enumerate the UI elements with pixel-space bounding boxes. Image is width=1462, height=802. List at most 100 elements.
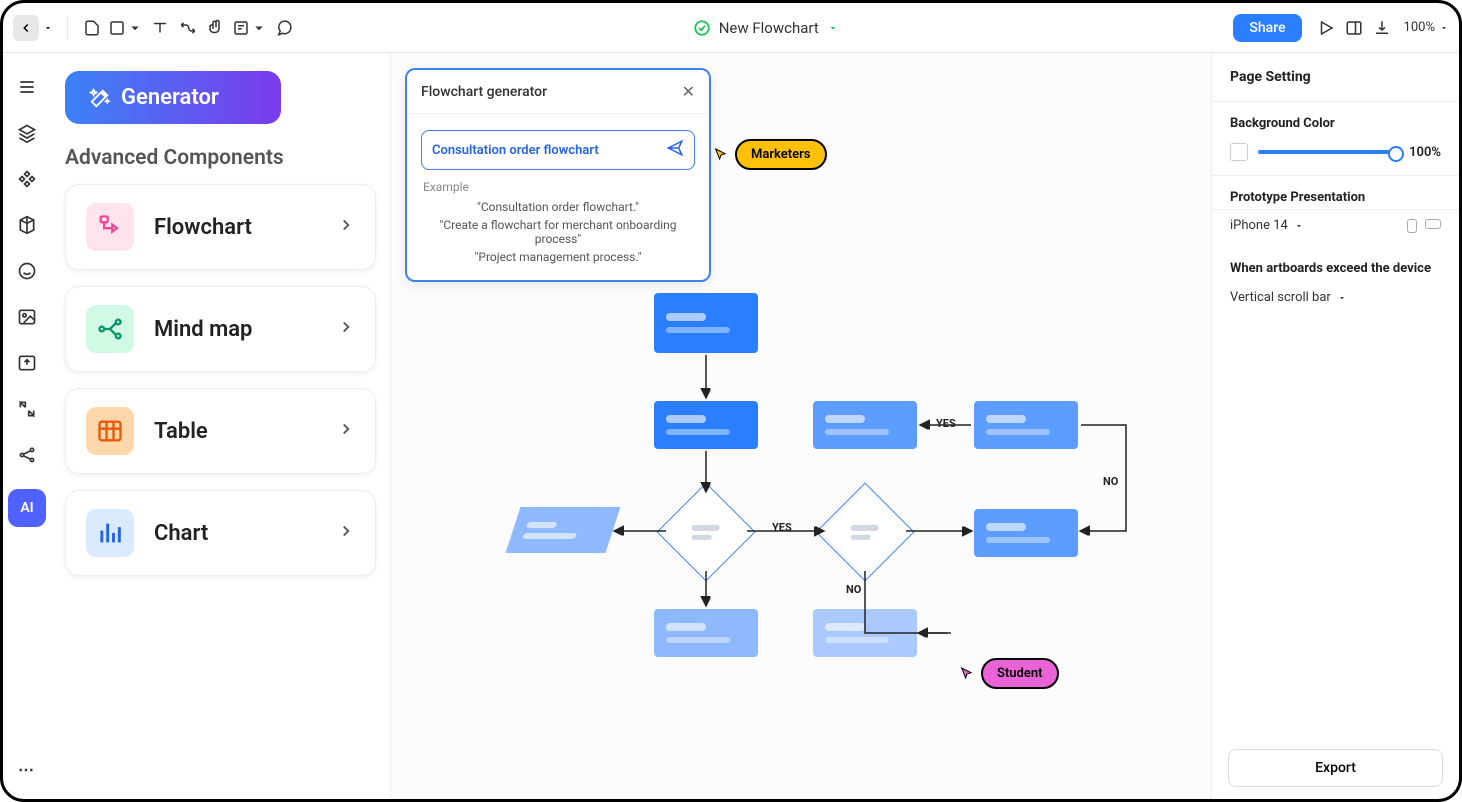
outline-icon[interactable] [13,73,41,101]
chart-icon [86,509,134,557]
exceed-device-label: When artboards exceed the device [1230,261,1441,276]
cursor-marketers-label: Marketers [735,139,827,170]
component-mindmap[interactable]: Mind map [65,286,376,372]
flow-node-end2[interactable] [813,609,917,657]
flow-node-io[interactable] [506,507,621,553]
chevron-right-icon [337,318,355,340]
chevron-right-icon [337,216,355,238]
hand-tool-icon[interactable] [202,14,230,42]
generator-example-0: "Consultation order flowchart." [407,198,709,216]
bg-opacity-slider[interactable] [1258,150,1399,154]
flow-node-step3[interactable] [974,401,1078,449]
comment-tool-icon[interactable] [270,14,298,42]
flowchart-icon [86,203,134,251]
generator-button[interactable]: Generator [65,71,281,124]
component-chart[interactable]: Chart [65,490,376,576]
generator-input-row [421,130,695,170]
left-rail: AI ⋯ [3,53,51,799]
bg-opacity-value: 100% [1409,145,1441,160]
edge-label-no2: NO [846,583,861,596]
more-menu-icon[interactable]: ⋯ [18,760,36,779]
back-button[interactable] [13,15,39,41]
edge-label-no1: NO [1103,475,1118,488]
document-title[interactable]: New Flowchart [298,19,1233,37]
prototype-device-selector[interactable]: iPhone 14 [1212,210,1459,247]
cursor-student: Student [959,658,1059,689]
cursor-pointer-icon [713,147,729,163]
portrait-icon[interactable] [1407,219,1417,233]
generator-popup-title: Flowchart generator [421,84,547,100]
zoom-dropdown-icon [1439,23,1449,33]
chevron-down-icon [1337,293,1347,303]
edge-label-yes1: YES [772,521,792,534]
prototype-device-value: iPhone 14 [1230,218,1288,233]
right-panel: Page Setting Background Color 100% Proto… [1211,53,1459,799]
generator-example-1: "Create a flowchart for merchant onboard… [407,216,709,248]
connector-tool-icon[interactable] [174,14,202,42]
flow-node-decision1[interactable] [657,483,756,582]
flow-node-step1[interactable] [654,401,758,449]
share-nodes-icon[interactable] [13,441,41,469]
advanced-components-title: Advanced Components [65,146,376,170]
generator-input[interactable] [432,143,666,158]
image-icon[interactable] [13,303,41,331]
chevron-right-icon [337,522,355,544]
component-mindmap-label: Mind map [154,317,317,342]
zoom-control[interactable]: 100% [1404,20,1449,35]
cube-icon[interactable] [13,211,41,239]
page-setting-title: Page Setting [1212,53,1459,102]
title-dropdown-icon [827,22,839,34]
magic-wand-icon [89,87,111,109]
generator-button-label: Generator [121,85,219,110]
flow-node-decision2[interactable] [816,483,915,582]
upload-icon[interactable] [13,349,41,377]
flow-node-step4[interactable] [974,509,1078,557]
generator-popup: Flowchart generator ✕ Example "Consultat… [405,68,711,282]
generator-example-label: Example [407,180,709,198]
back-dropdown[interactable] [39,15,57,41]
scroll-behavior-value: Vertical scroll bar [1230,290,1331,305]
text-tool-icon[interactable] [146,14,174,42]
transform-icon[interactable] [13,395,41,423]
flow-node-start[interactable] [654,293,758,353]
send-icon[interactable] [666,139,684,161]
component-table[interactable]: Table [65,388,376,474]
component-table-label: Table [154,419,317,444]
toolbar-separator [67,16,68,40]
mindmap-icon [86,305,134,353]
left-panel: Generator Advanced Components Flowchart … [51,53,391,799]
close-icon[interactable]: ✕ [682,82,695,101]
chevron-down-icon [1294,221,1304,231]
cursor-student-label: Student [981,658,1059,689]
document-title-text: New Flowchart [719,19,819,37]
new-file-icon[interactable] [78,14,106,42]
top-toolbar: New Flowchart Share 100% [3,3,1459,53]
bg-color-label: Background Color [1230,116,1441,131]
landscape-icon[interactable] [1425,219,1441,229]
component-chart-label: Chart [154,521,317,546]
flow-node-end1[interactable] [654,609,758,657]
component-flowchart-label: Flowchart [154,215,317,240]
zoom-value: 100% [1404,20,1435,35]
cursor-marketers: Marketers [713,139,827,170]
generator-example-2: "Project management process." [407,248,709,266]
scroll-behavior-selector[interactable]: Vertical scroll bar [1212,280,1459,315]
bg-color-swatch[interactable] [1230,143,1248,161]
canvas[interactable]: Flowchart generator ✕ Example "Consultat… [391,53,1211,799]
components-icon[interactable] [13,165,41,193]
component-flowchart[interactable]: Flowchart [65,184,376,270]
emoji-icon[interactable] [13,257,41,285]
saved-check-icon [693,19,711,37]
ai-badge[interactable]: AI [8,489,46,527]
note-tool-icon[interactable] [230,14,270,42]
play-icon[interactable] [1312,14,1340,42]
flow-node-step2[interactable] [813,401,917,449]
share-button[interactable]: Share [1233,14,1301,42]
panel-toggle-icon[interactable] [1340,14,1368,42]
export-button[interactable]: Export [1228,749,1443,787]
download-icon[interactable] [1368,14,1396,42]
cursor-pointer-icon [959,666,975,682]
edge-label-yes2: YES [936,417,956,430]
layers-icon[interactable] [13,119,41,147]
shape-tool-icon[interactable] [106,14,146,42]
